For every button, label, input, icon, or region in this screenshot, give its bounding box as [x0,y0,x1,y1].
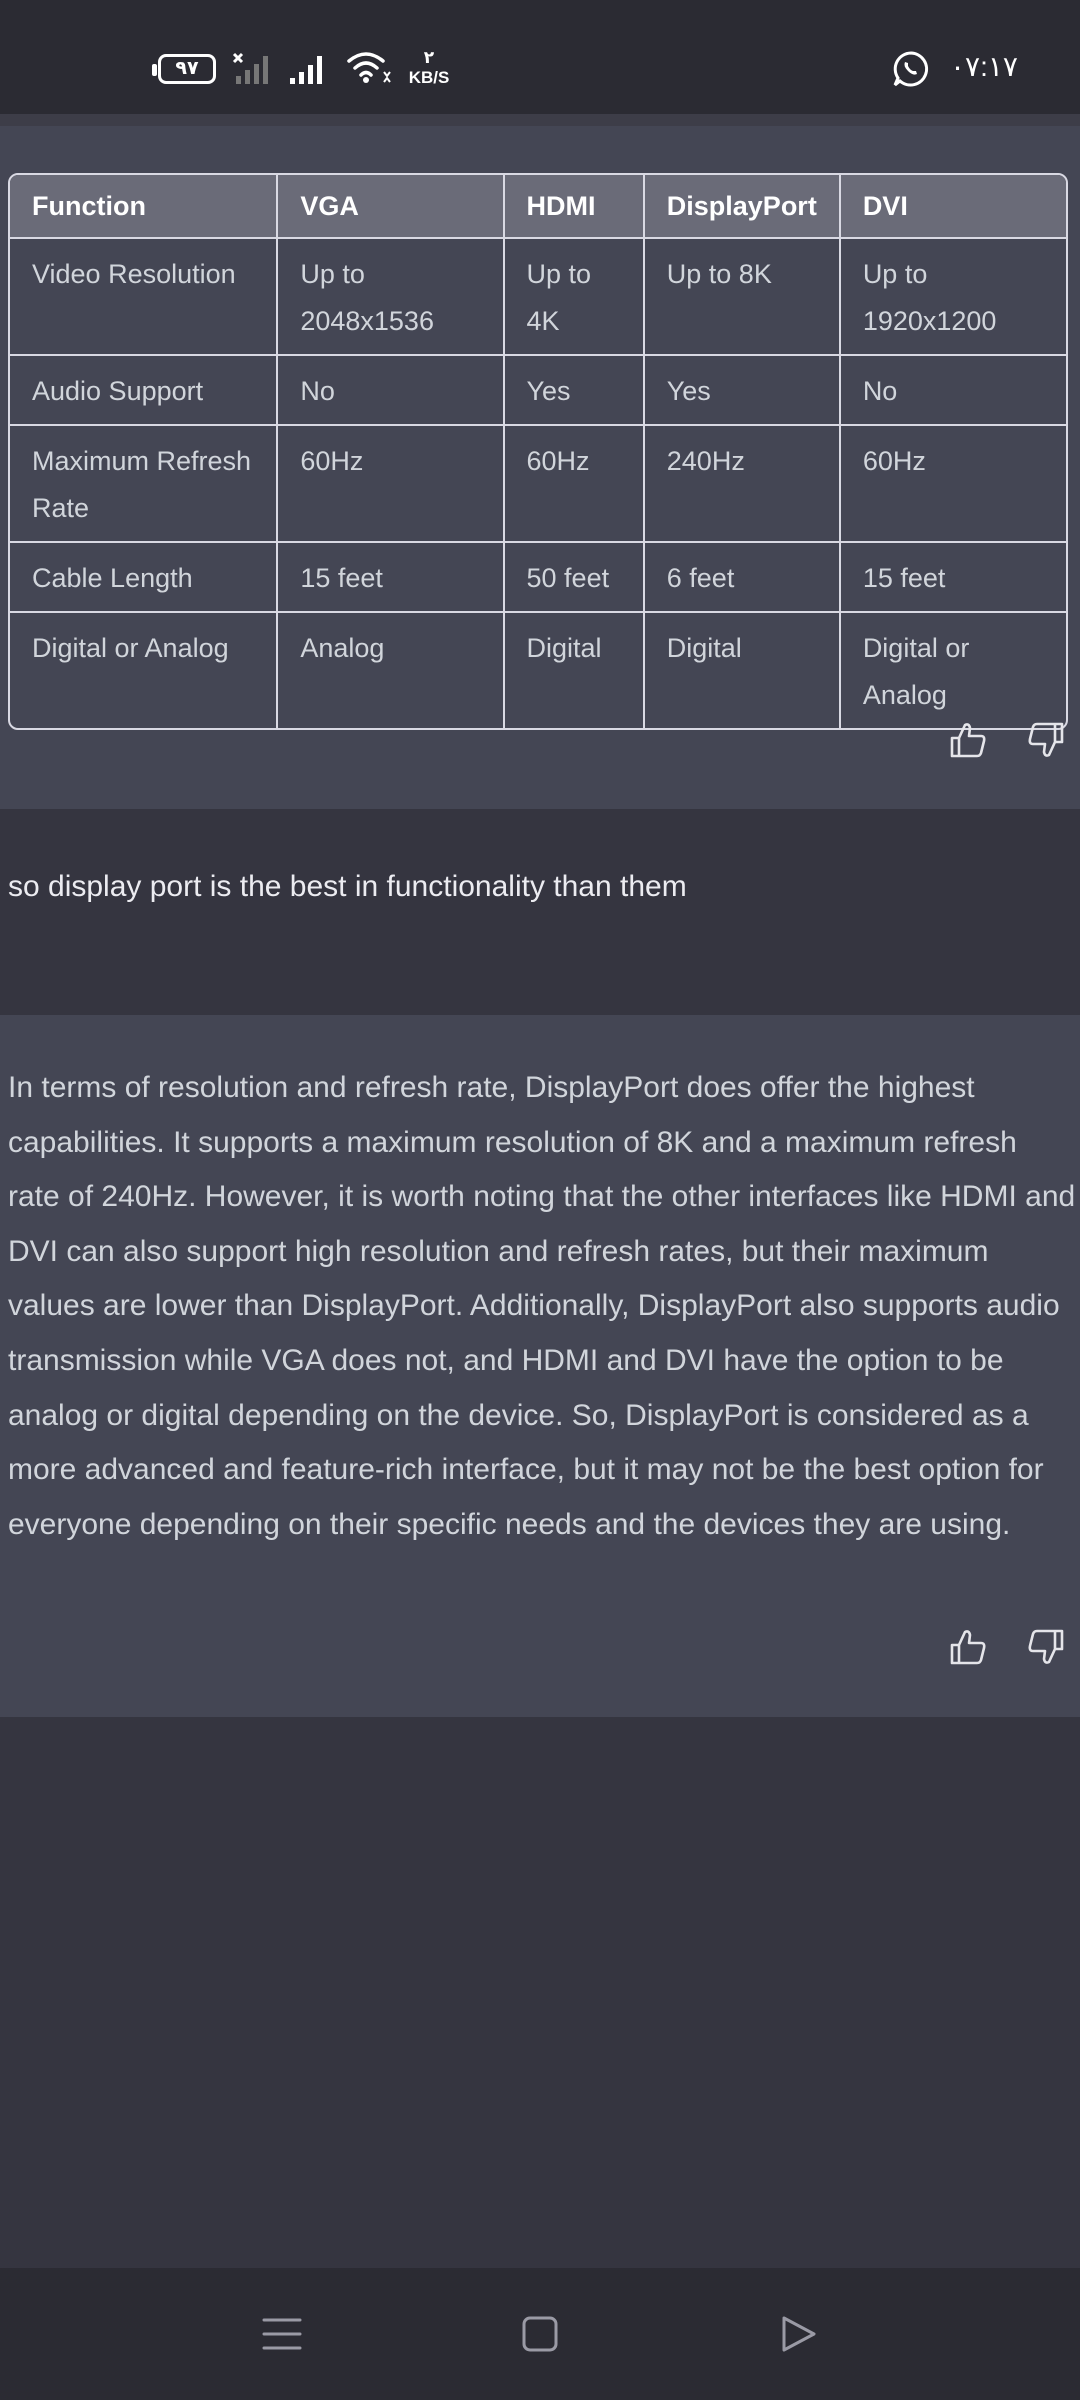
table-header-cell: HDMI [504,175,645,237]
net-speed-value: ٢ [423,48,435,67]
assistant-message-table: Function VGA HDMI DisplayPort DVI Video … [0,126,1080,809]
no-signal-icon [232,52,268,84]
thumbs-up-button[interactable] [948,720,988,760]
table-cell: Yes [644,354,841,424]
thumbs-up-button[interactable] [948,1627,988,1667]
top-divider [0,114,1080,126]
home-button[interactable] [518,2312,562,2356]
net-speed-unit: KB/S [408,68,450,87]
back-button[interactable] [776,2312,820,2356]
table-cell: Digital or Analog [10,611,279,728]
table-header-cell: VGA [278,175,505,237]
thumbs-down-icon [1028,1629,1064,1664]
status-bar: ٩٧ ٢ KB/S ٠٧:١٧ [0,0,1080,114]
table-cell: Video Resolution [10,237,279,354]
comparison-table: Function VGA HDMI DisplayPort DVI Video … [8,173,1068,730]
thumbs-down-button[interactable] [1026,1627,1066,1667]
net-speed: ٢ KB/S [404,48,454,88]
table-cell: No [278,354,505,424]
wifi-icon [347,52,391,83]
assistant-message: In terms of resolution and refresh rate,… [0,1015,1080,1717]
table-cell: 15 feet [278,541,505,611]
table-cell: Digital [644,611,841,728]
table-cell: Yes [504,354,645,424]
table-row: Maximum Refresh Rate 60Hz 60Hz 240Hz 60H… [10,424,1066,541]
table-row: Video Resolution Up to 2048x1536 Up to 4… [10,237,1066,354]
navigation-bar [0,2268,1080,2400]
table-cell: 60Hz [840,424,1066,541]
table-cell: 240Hz [644,424,841,541]
thumbs-down-icon [1028,722,1064,757]
table-header-cell: DVI [840,175,1066,237]
thumbs-up-icon [950,723,986,758]
table-cell: 15 feet [840,541,1066,611]
user-message: so display port is the best in functiona… [0,809,1080,1015]
table-cell: Cable Length [10,541,279,611]
table-cell: Analog [278,611,505,728]
table-cell: No [840,354,1066,424]
table-cell: 50 feet [504,541,645,611]
menu-icon [262,2318,302,2350]
home-icon [522,2316,558,2352]
thumbs-down-button[interactable] [1026,720,1066,760]
table-cell: Digital or Analog [840,611,1066,728]
table-cell: Up to 1920x1200 [840,237,1066,354]
battery-icon: ٩٧ [152,54,216,84]
battery-level: ٩٧ [175,58,199,79]
table-cell: Up to 4K [504,237,645,354]
table-cell: Maximum Refresh Rate [10,424,279,541]
table-cell: Up to 8K [644,237,841,354]
back-icon [782,2316,816,2352]
table-row: Digital or Analog Analog Digital Digital… [10,611,1066,728]
table-row: Cable Length 15 feet 50 feet 6 feet 15 f… [10,541,1066,611]
table-cell: Up to 2048x1536 [278,237,505,354]
table-cell: 60Hz [504,424,645,541]
menu-button[interactable] [260,2312,304,2356]
table-row: Audio Support No Yes Yes No [10,354,1066,424]
signal-icon [290,56,322,84]
user-message-text: so display port is the best in functiona… [8,870,687,903]
clock: ٠٧:١٧ [950,51,1018,82]
table-cell: Digital [504,611,645,728]
assistant-message-text: In terms of resolution and refresh rate,… [8,1071,1076,1541]
table-cell: 60Hz [278,424,505,541]
thumbs-up-icon [950,1630,986,1665]
table-cell: Audio Support [10,354,279,424]
table-header-cell: DisplayPort [644,175,841,237]
table-header-cell: Function [10,175,279,237]
table-header-row: Function VGA HDMI DisplayPort DVI [10,175,1066,237]
whatsapp-icon [893,51,929,87]
table-cell: 6 feet [644,541,841,611]
